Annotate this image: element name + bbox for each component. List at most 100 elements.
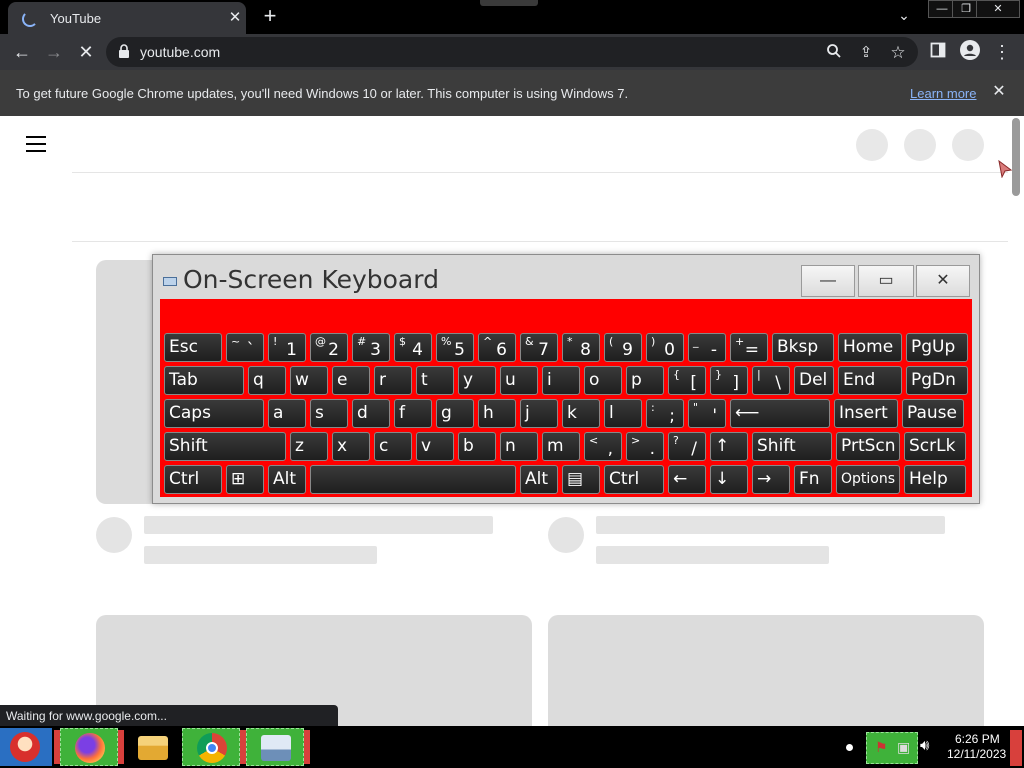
osk-key-e[interactable]: e: [332, 366, 370, 395]
osk-key-bksp[interactable]: Bksp: [772, 333, 834, 362]
osk-key-tab[interactable]: Tab: [164, 366, 244, 395]
osk-key-[interactable]: _ -: [688, 333, 726, 362]
osk-key-x[interactable]: x: [332, 432, 370, 461]
tray-dot-icon[interactable]: [846, 744, 853, 751]
taskbar-firefox[interactable]: [60, 728, 118, 766]
tab-youtube[interactable]: YouTube ✕: [8, 2, 246, 34]
osk-key-[interactable]: ↓: [710, 465, 748, 494]
osk-key-c[interactable]: c: [374, 432, 412, 461]
osk-key-2[interactable]: @2: [310, 333, 348, 362]
taskbar-on-screen-keyboard[interactable]: [246, 728, 304, 766]
osk-key-u[interactable]: u: [500, 366, 538, 395]
osk-close-button[interactable]: ✕: [916, 265, 970, 297]
osk-key-9[interactable]: (9: [604, 333, 642, 362]
osk-key-0[interactable]: ) 0: [646, 333, 684, 362]
osk-key-pgdn[interactable]: PgDn: [906, 366, 968, 395]
osk-key-8[interactable]: * 8: [562, 333, 600, 362]
osk-key-scrlk[interactable]: ScrLk: [904, 432, 966, 461]
clock-time[interactable]: 6:26 PM: [955, 732, 1000, 746]
osk-maximize-button[interactable]: ▭: [858, 265, 914, 297]
osk-key-r[interactable]: r: [374, 366, 412, 395]
osk-key-[interactable]: :;: [646, 399, 684, 428]
osk-key-l[interactable]: l: [604, 399, 642, 428]
new-tab-button[interactable]: +: [258, 5, 282, 29]
infobar-close-button[interactable]: ✕: [989, 82, 1009, 102]
tab-search-chevron-icon[interactable]: ⌄: [894, 7, 914, 27]
tab-close-button[interactable]: ✕: [226, 9, 244, 27]
network-icon[interactable]: ▣: [897, 739, 910, 756]
osk-key-[interactable]: ⊞: [226, 465, 264, 494]
osk-key-[interactable]: ←: [668, 465, 706, 494]
osk-key-w[interactable]: w: [290, 366, 328, 395]
share-icon[interactable]: ⇪: [854, 41, 878, 65]
osk-key-o[interactable]: o: [584, 366, 622, 395]
search-icon[interactable]: [822, 41, 846, 65]
osk-key-fn[interactable]: Fn: [794, 465, 832, 494]
osk-key-[interactable]: " ': [688, 399, 726, 428]
address-bar[interactable]: youtube.com ⇪ ☆: [106, 37, 918, 67]
show-desktop-button[interactable]: [1010, 730, 1022, 766]
osk-key-options[interactable]: Options: [836, 465, 900, 494]
taskbar-chrome[interactable]: [182, 728, 240, 766]
osk-key-j[interactable]: j: [520, 399, 558, 428]
osk-key-[interactable]: →: [752, 465, 790, 494]
osk-key-y[interactable]: y: [458, 366, 496, 395]
osk-key-caps[interactable]: Caps: [164, 399, 264, 428]
osk-key-ctrl[interactable]: Ctrl: [164, 465, 222, 494]
osk-key-f[interactable]: f: [394, 399, 432, 428]
osk-key-q[interactable]: q: [248, 366, 286, 395]
osk-key-prtscn[interactable]: PrtScn: [836, 432, 900, 461]
learn-more-link[interactable]: Learn more: [910, 86, 976, 101]
volume-icon[interactable]: 🔊︎: [920, 737, 929, 754]
hamburger-menu-icon[interactable]: [26, 136, 46, 152]
osk-key-p[interactable]: p: [626, 366, 664, 395]
osk-key-[interactable]: ↑: [710, 432, 748, 461]
osk-key-v[interactable]: v: [416, 432, 454, 461]
scrollbar-thumb[interactable]: [1012, 118, 1020, 196]
osk-key-alt[interactable]: Alt: [520, 465, 558, 494]
osk-key-4[interactable]: $4: [394, 333, 432, 362]
osk-key-k[interactable]: k: [562, 399, 600, 428]
osk-key-[interactable]: ~ `: [226, 333, 264, 362]
osk-key-1[interactable]: ! 1: [268, 333, 306, 362]
side-panel-icon[interactable]: [926, 40, 950, 64]
window-close-button[interactable]: ✕: [976, 0, 1020, 18]
start-button[interactable]: [0, 728, 52, 766]
osk-key-m[interactable]: m: [542, 432, 580, 461]
osk-key-s[interactable]: s: [310, 399, 348, 428]
stop-loading-icon[interactable]: ✕: [74, 40, 98, 64]
osk-key-alt[interactable]: Alt: [268, 465, 306, 494]
osk-key-[interactable]: <,: [584, 432, 622, 461]
osk-key-[interactable]: ▤: [562, 465, 600, 494]
osk-key-a[interactable]: a: [268, 399, 306, 428]
osk-key-z[interactable]: z: [290, 432, 328, 461]
action-center-flag-icon[interactable]: ⚑: [875, 739, 888, 756]
osk-key-shift[interactable]: Shift: [752, 432, 832, 461]
osk-key-[interactable]: }]: [710, 366, 748, 395]
osk-key-help[interactable]: Help: [904, 465, 966, 494]
osk-key-space[interactable]: [310, 465, 516, 494]
osk-key-b[interactable]: b: [458, 432, 496, 461]
osk-key-pgup[interactable]: PgUp: [906, 333, 968, 362]
osk-key-[interactable]: >.: [626, 432, 664, 461]
url-text[interactable]: youtube.com: [140, 44, 220, 60]
osk-key-i[interactable]: i: [542, 366, 580, 395]
back-arrow-icon[interactable]: ←: [10, 40, 34, 64]
osk-key-3[interactable]: #3: [352, 333, 390, 362]
osk-key-[interactable]: | \: [752, 366, 790, 395]
bookmark-star-icon[interactable]: ☆: [886, 41, 910, 65]
osk-key-g[interactable]: g: [436, 399, 474, 428]
osk-key-7[interactable]: & 7: [520, 333, 558, 362]
clock-date[interactable]: 12/11/2023: [947, 747, 1006, 761]
osk-key-[interactable]: + =: [730, 333, 768, 362]
osk-key-home[interactable]: Home: [838, 333, 902, 362]
osk-key-h[interactable]: h: [478, 399, 516, 428]
osk-key-n[interactable]: n: [500, 432, 538, 461]
osk-key-insert[interactable]: Insert: [834, 399, 898, 428]
osk-key-5[interactable]: % 5: [436, 333, 474, 362]
forward-arrow-icon[interactable]: →: [42, 40, 66, 64]
osk-key-t[interactable]: t: [416, 366, 454, 395]
osk-key-ctrl[interactable]: Ctrl: [604, 465, 664, 494]
tray-notification-icons[interactable]: ⚑ ▣: [866, 732, 918, 764]
more-menu-icon[interactable]: ⋮: [990, 40, 1014, 64]
